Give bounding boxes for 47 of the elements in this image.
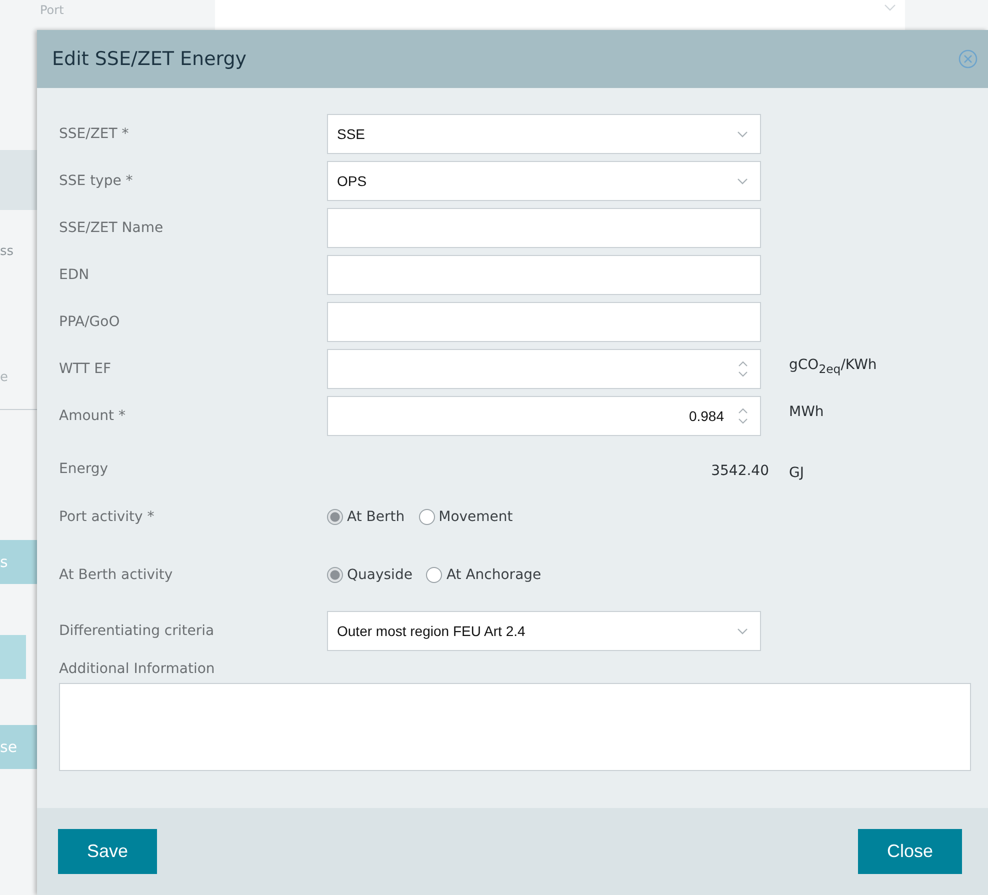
select-field[interactable]: Outer most region FEU Art 2.4 [327, 611, 761, 651]
close-icon[interactable] [958, 49, 978, 69]
field-label: SSE type * [59, 173, 134, 189]
field-label: EDN [59, 267, 90, 283]
chevron-down-icon [737, 130, 748, 138]
chevron-down-icon [884, 4, 896, 10]
radio-option[interactable]: At Anchorage [426, 567, 542, 583]
field-label: SSE/ZET * [59, 126, 130, 142]
spinner-icon[interactable] [738, 407, 748, 425]
unit-label: GJ [789, 465, 805, 481]
input-field[interactable] [327, 255, 761, 295]
dialog-title: Edit SSE/ZET Energy [52, 48, 247, 70]
field-label: At Berth activity [59, 567, 174, 583]
background-block [0, 635, 26, 679]
field-label: Additional Information [59, 661, 216, 677]
close-button[interactable]: Close [858, 829, 962, 874]
port-select[interactable] [215, 0, 905, 30]
number-field[interactable]: 0.984 [327, 396, 761, 436]
field-label: Energy [59, 461, 110, 477]
radio-option[interactable]: Quayside [327, 567, 412, 583]
port-label: Port [39, 3, 65, 17]
field-value: SSE [337, 126, 366, 142]
radio-option[interactable]: Movement [418, 509, 513, 525]
field-value: 0.984 [688, 408, 725, 424]
unit-label: MWh [789, 404, 825, 420]
field-value: OPS [337, 173, 368, 189]
text-area[interactable] [59, 683, 971, 771]
save-button[interactable]: Save [58, 829, 158, 874]
field-label: PPA/GoO [59, 314, 121, 330]
background-text: ss [0, 243, 14, 261]
energy-value: 3542.40 [711, 462, 769, 478]
field-label: Differentiating criteria [59, 623, 216, 639]
select-field[interactable]: SSE [327, 114, 761, 154]
input-field[interactable] [327, 302, 761, 342]
chevron-down-icon [737, 628, 748, 634]
input-field[interactable] [327, 208, 761, 248]
chevron-down-icon [737, 178, 748, 184]
field-value: Outer most region FEU Art 2.4 [337, 623, 526, 639]
spinner-icon[interactable] [738, 360, 748, 378]
select-field[interactable]: OPS [327, 161, 761, 201]
field-label: Amount * [59, 408, 126, 424]
radio-option[interactable]: At Berth [327, 509, 405, 525]
number-field[interactable] [327, 349, 761, 389]
field-label: Port activity * [59, 509, 156, 525]
field-label: SSE/ZET Name [59, 220, 164, 236]
field-label: WTT EF [59, 361, 112, 377]
unit-label: gCO$_{2eq}$/KWh [789, 357, 878, 376]
